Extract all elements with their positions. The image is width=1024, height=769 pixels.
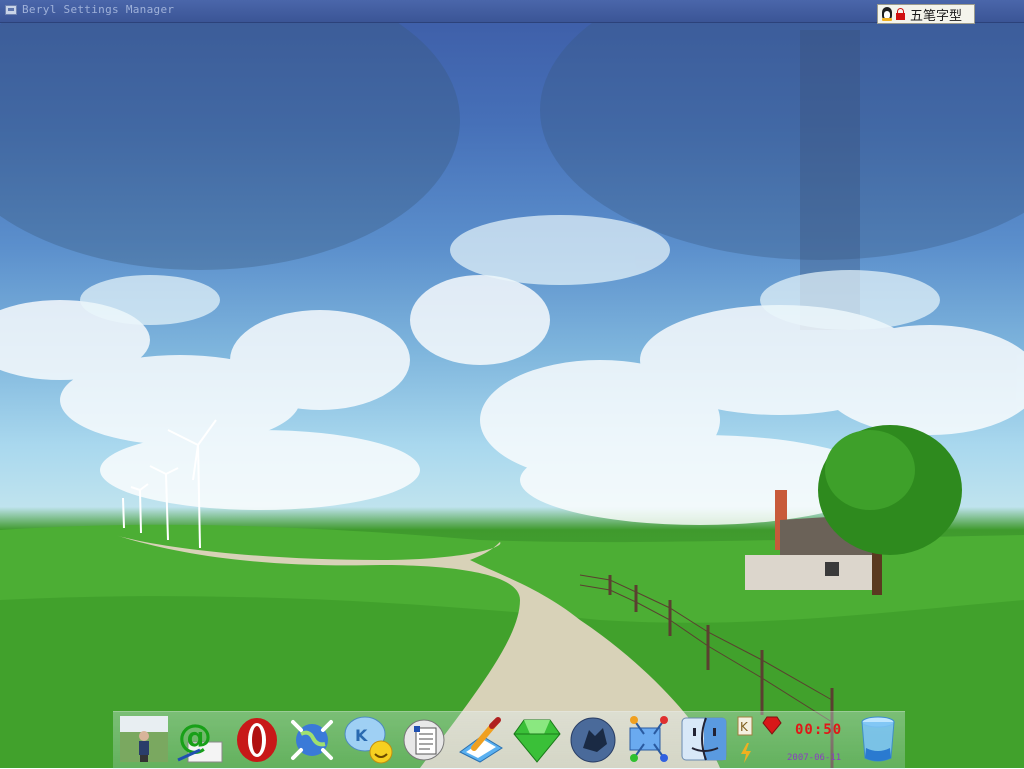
at-mail-icon[interactable]: @: [174, 714, 224, 764]
finder-face-icon[interactable]: [680, 714, 730, 764]
globe-icon[interactable]: [287, 714, 337, 764]
penguin-icon[interactable]: [881, 7, 893, 21]
ruby-icon[interactable]: [762, 715, 782, 735]
desktop-wallpaper: [0, 0, 1024, 768]
network-icon[interactable]: [624, 714, 674, 764]
ime-indicator[interactable]: 五笔字型: [877, 4, 975, 24]
kde-k-icon[interactable]: K: [737, 716, 753, 736]
chat-bubble-icon[interactable]: K: [343, 714, 393, 764]
ime-input-method-label[interactable]: 五笔字型: [910, 5, 962, 24]
person-photo-icon[interactable]: [120, 714, 170, 764]
wallpaper-scene: [0, 0, 1024, 768]
opera-icon[interactable]: [232, 714, 282, 764]
window-titlebar[interactable]: Beryl Settings Manager: [0, 0, 1024, 23]
window-app-icon[interactable]: [5, 5, 17, 15]
window-title: Beryl Settings Manager: [22, 3, 175, 16]
lock-icon[interactable]: [896, 8, 905, 20]
clock-time[interactable]: 00:50: [795, 722, 842, 738]
emerald-icon[interactable]: [512, 714, 562, 764]
document-icon[interactable]: [400, 714, 450, 764]
trash-icon[interactable]: [856, 714, 906, 764]
svg-text:K: K: [355, 726, 368, 745]
svg-text:K: K: [740, 720, 749, 734]
wolf-icon[interactable]: [569, 714, 619, 764]
clock-date: 2007-06-11: [787, 753, 842, 763]
lightning-icon[interactable]: [740, 743, 752, 763]
pencil-icon[interactable]: [456, 714, 506, 764]
